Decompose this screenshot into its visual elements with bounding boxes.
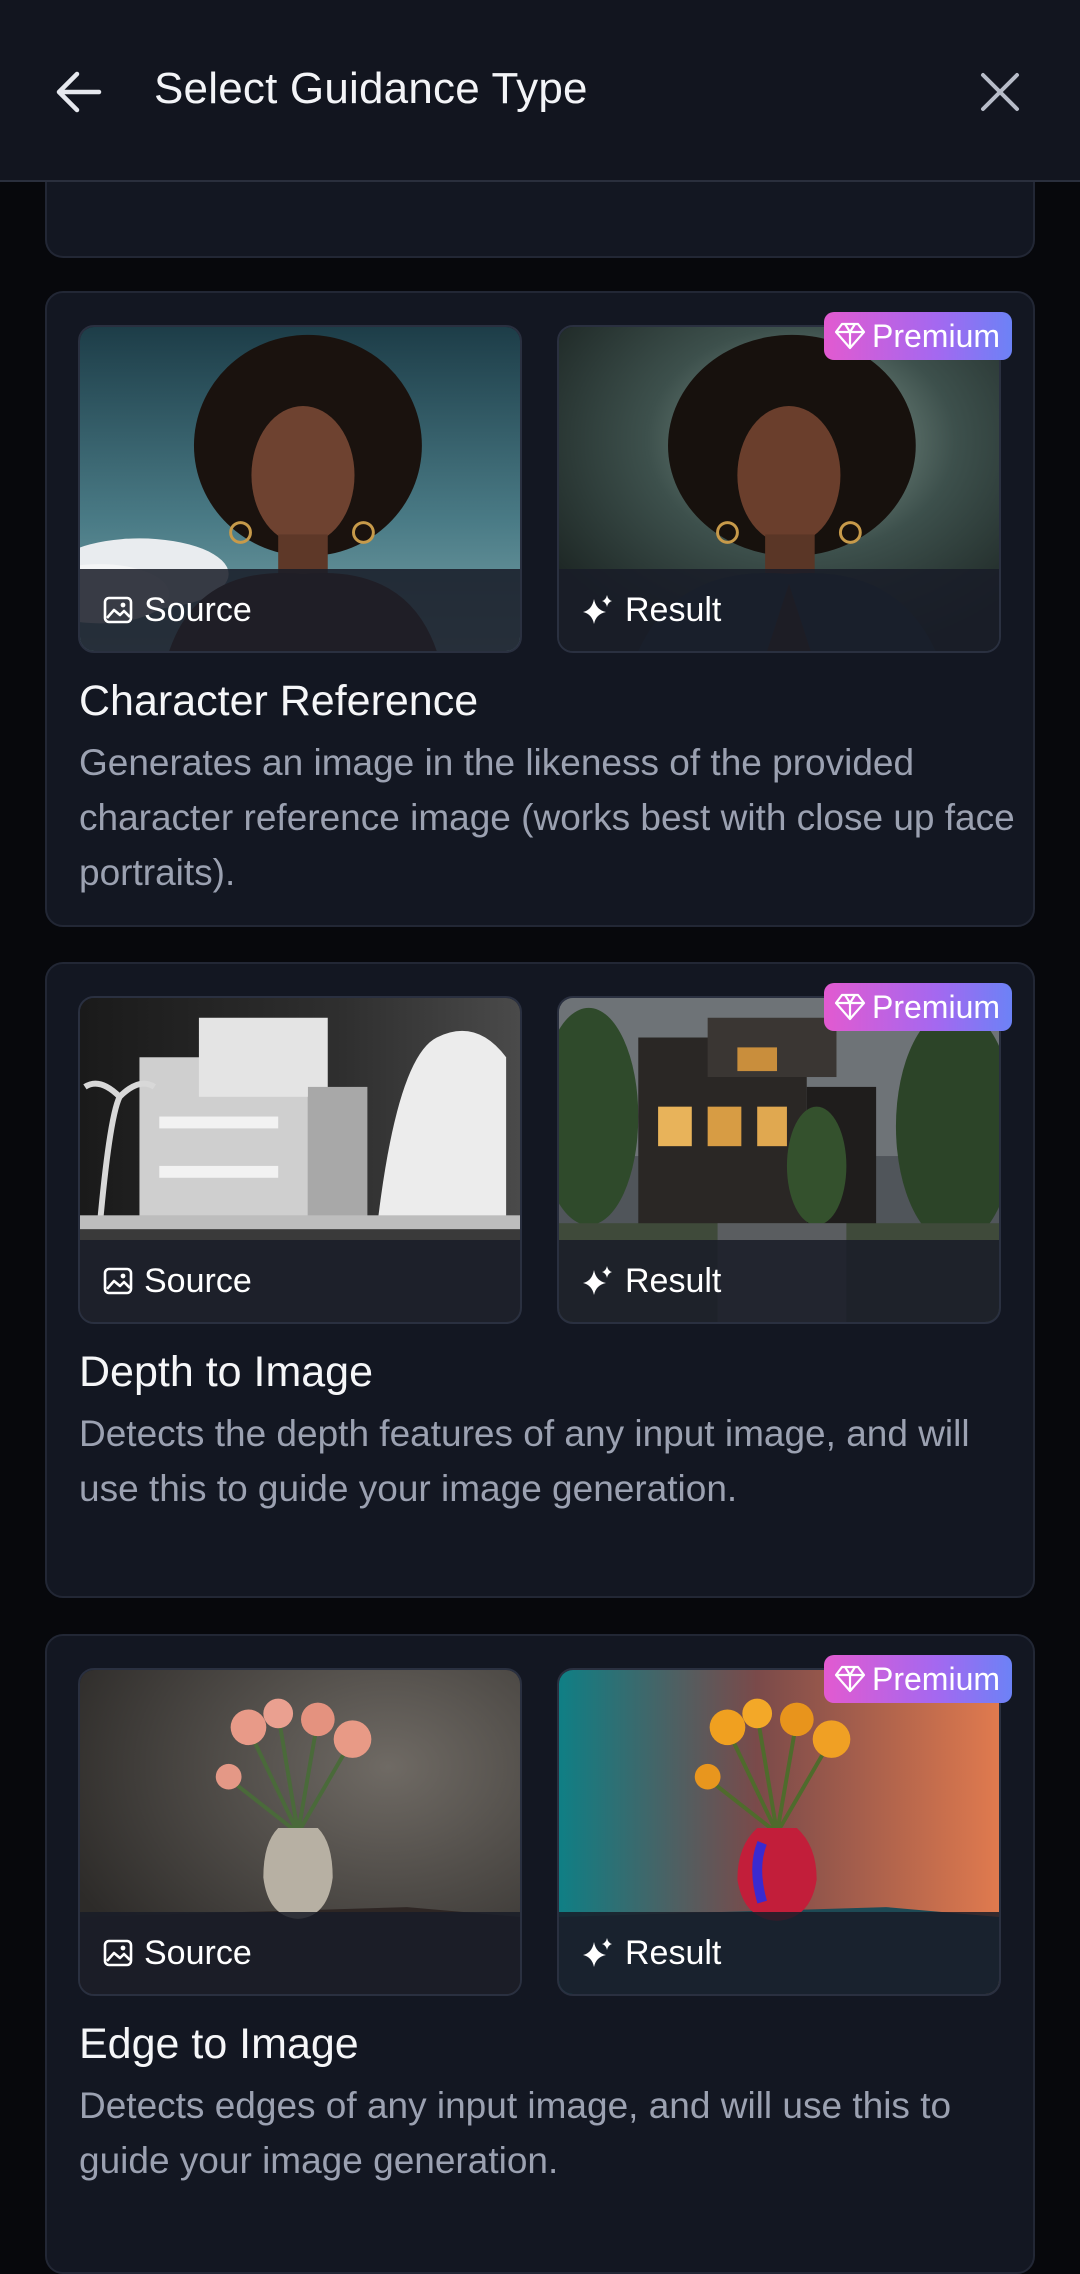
result-label: Result <box>625 1261 722 1300</box>
card-description: Detects edges of any input image, and wi… <box>79 2085 952 2181</box>
card-title: Character Reference <box>79 677 479 725</box>
image-icon <box>103 596 133 624</box>
sparkles-icon <box>583 1938 612 1967</box>
close-icon <box>981 73 1019 111</box>
app-header: Select Guidance Type <box>0 0 1080 182</box>
premium-badge: Premium <box>824 312 1013 360</box>
diamond-icon <box>834 993 866 1021</box>
source-label: Source <box>144 1933 252 1972</box>
diamond-icon <box>834 322 866 350</box>
source-label: Source <box>144 1261 252 1300</box>
sparkles-icon <box>583 595 612 624</box>
close-button[interactable] <box>968 60 1032 124</box>
page-title: Select Guidance Type <box>154 64 588 113</box>
result-label-bar: Result <box>559 1912 999 1994</box>
guidance-card-depth-to-image[interactable]: Source Result Premium Depth to Image Det… <box>45 962 1035 1598</box>
arrow-left-icon <box>56 71 102 113</box>
result-thumbnail: Result <box>557 996 1001 1324</box>
guidance-card-edge-to-image[interactable]: Source Result Premium Edge to Image Dete… <box>45 1634 1035 2274</box>
source-label-bar: Source <box>80 569 520 651</box>
premium-label: Premium <box>872 1660 1001 1697</box>
card-description: Detects the depth features of any input … <box>79 1413 970 1509</box>
result-label: Result <box>625 1933 722 1972</box>
result-label: Result <box>625 590 722 629</box>
source-label: Source <box>144 590 252 629</box>
sparkles-icon <box>583 1266 612 1295</box>
source-thumbnail: Source <box>78 325 522 653</box>
card-title: Edge to Image <box>79 2020 359 2068</box>
source-label-bar: Source <box>80 1240 520 1322</box>
image-icon <box>103 1267 133 1295</box>
card-title: Depth to Image <box>79 1348 374 1396</box>
result-thumbnail: Result <box>557 1668 1001 1996</box>
premium-label: Premium <box>872 988 1001 1025</box>
source-label-bar: Source <box>80 1912 520 1994</box>
back-button[interactable] <box>46 60 110 124</box>
result-thumbnail: Result <box>557 325 1001 653</box>
premium-badge: Premium <box>824 1655 1013 1703</box>
source-thumbnail: Source <box>78 996 522 1324</box>
result-label-bar: Result <box>559 569 999 651</box>
source-thumbnail: Source <box>78 1668 522 1996</box>
card-description: Generates an image in the likeness of th… <box>79 742 1015 893</box>
premium-badge: Premium <box>824 983 1013 1031</box>
result-label-bar: Result <box>559 1240 999 1322</box>
guidance-card-character-reference[interactable]: Source Result Premium Character Referenc… <box>45 291 1035 927</box>
image-icon <box>103 1939 133 1967</box>
diamond-icon <box>834 1665 866 1693</box>
premium-label: Premium <box>872 317 1001 354</box>
